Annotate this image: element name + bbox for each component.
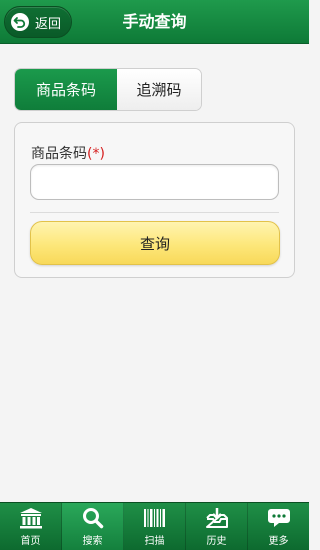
nav-item-search[interactable]: 搜索 bbox=[62, 503, 124, 550]
search-icon bbox=[80, 506, 106, 530]
query-type-tabs: 商品条码 追溯码 bbox=[14, 68, 202, 111]
required-mark: (*) bbox=[87, 146, 105, 162]
barcode-field-label: 商品条码(*) bbox=[31, 143, 105, 163]
nav-item-home[interactable]: 首页 bbox=[0, 503, 62, 550]
bank-icon bbox=[18, 506, 44, 530]
nav-label-more: 更多 bbox=[268, 536, 289, 547]
query-button[interactable]: 查询 bbox=[30, 221, 280, 265]
nav-label-history: 历史 bbox=[206, 536, 227, 547]
form-divider bbox=[30, 212, 279, 213]
nav-item-scan[interactable]: 扫描 bbox=[124, 503, 186, 550]
nav-item-history[interactable]: 历史 bbox=[186, 503, 248, 550]
page-title: 手动查询 bbox=[122, 12, 187, 31]
nav-label-scan: 扫描 bbox=[144, 536, 165, 547]
barcode-icon bbox=[142, 506, 168, 530]
barcode-input[interactable] bbox=[30, 164, 279, 200]
tab-trace-code[interactable]: 追溯码 bbox=[117, 69, 201, 110]
query-form-card: 商品条码(*) 查询 bbox=[14, 122, 295, 278]
bottom-nav: 首页 搜索 扫描 历史 更多 bbox=[0, 502, 309, 550]
barcode-label-text: 商品条码 bbox=[31, 146, 87, 162]
tab-product-barcode[interactable]: 商品条码 bbox=[15, 69, 117, 110]
top-app-bar: 返回 手动查询 bbox=[0, 0, 309, 44]
nav-label-search: 搜索 bbox=[82, 536, 103, 547]
inbox-download-icon bbox=[204, 506, 230, 530]
nav-item-more[interactable]: 更多 bbox=[248, 503, 309, 550]
chat-bubble-icon bbox=[266, 506, 292, 530]
nav-label-home: 首页 bbox=[20, 536, 41, 547]
